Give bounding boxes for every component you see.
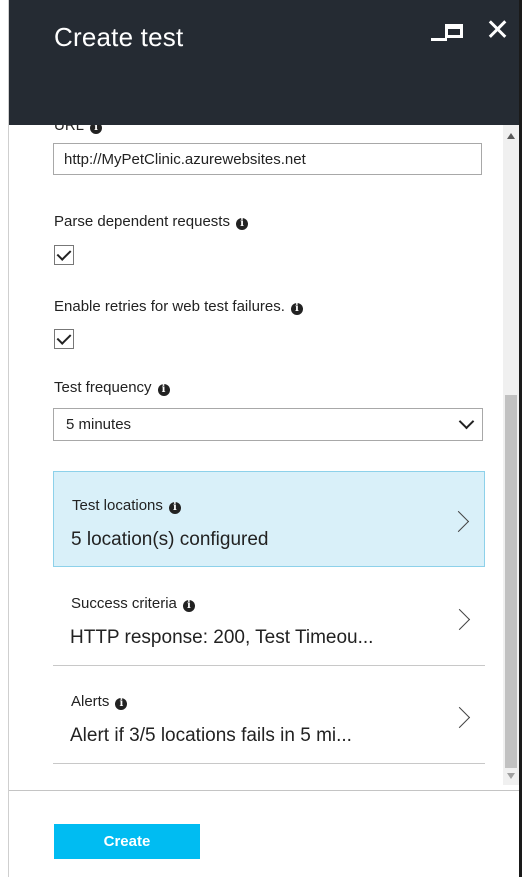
info-icon: i bbox=[235, 218, 248, 230]
checkmark-icon bbox=[56, 246, 72, 261]
alerts-label-text: Alerts bbox=[71, 693, 110, 710]
test-locations-label-text: Test locations bbox=[72, 497, 163, 514]
url-label: URL i bbox=[54, 125, 103, 134]
vertical-scrollbar[interactable] bbox=[503, 125, 519, 785]
alerts-value: Alert if 3/5 locations fails in 5 mi... bbox=[70, 725, 352, 746]
alerts-label: Alerts i bbox=[71, 693, 128, 710]
scroll-thumb[interactable] bbox=[505, 395, 517, 768]
row-divider bbox=[53, 665, 485, 666]
info-icon: i bbox=[168, 502, 181, 514]
test-frequency-label: Test frequency i bbox=[54, 379, 170, 396]
info-icon: i bbox=[182, 600, 195, 612]
scroll-down-icon[interactable] bbox=[507, 773, 515, 779]
scroll-up-icon[interactable] bbox=[507, 133, 515, 139]
window-frame-left bbox=[0, 0, 9, 877]
success-criteria-label-text: Success criteria bbox=[71, 595, 177, 612]
url-label-text: URL bbox=[54, 125, 85, 134]
success-criteria-row[interactable]: Success criteria i HTTP response: 200, Te… bbox=[53, 570, 485, 666]
close-button[interactable]: ✕ bbox=[483, 14, 522, 54]
maximize-icon bbox=[445, 24, 463, 38]
blade-title: Create test bbox=[54, 22, 184, 52]
info-icon: i bbox=[90, 125, 103, 134]
alerts-row[interactable]: Alerts i Alert if 3/5 locations fails in … bbox=[53, 668, 485, 764]
chevron-right-icon bbox=[447, 510, 470, 533]
success-criteria-value: HTTP response: 200, Test Timeou... bbox=[70, 627, 374, 648]
close-icon: ✕ bbox=[485, 14, 511, 47]
test-locations-row[interactable]: Test locations i 5 location(s) configured bbox=[53, 471, 485, 567]
parse-dependent-checkbox[interactable] bbox=[54, 245, 74, 265]
info-icon: i bbox=[115, 698, 128, 710]
blade-content: URL i Parse dependent requests i Enable re… bbox=[9, 125, 503, 790]
blade-header: Create test ✕ bbox=[9, 0, 522, 125]
success-criteria-label: Success criteria i bbox=[71, 595, 195, 612]
chevron-right-icon bbox=[448, 608, 471, 631]
info-icon: i bbox=[290, 303, 303, 315]
parse-dependent-text: Parse dependent requests bbox=[54, 213, 230, 230]
test-frequency-select[interactable]: 5 minutes bbox=[53, 408, 483, 441]
row-divider bbox=[53, 763, 485, 764]
test-locations-value: 5 location(s) configured bbox=[71, 529, 269, 550]
url-input[interactable] bbox=[53, 143, 482, 175]
chevron-right-icon bbox=[448, 706, 471, 729]
checkmark-icon bbox=[56, 330, 72, 345]
info-icon: i bbox=[157, 384, 170, 396]
maximize-button[interactable] bbox=[433, 14, 473, 54]
create-button[interactable]: Create bbox=[54, 824, 200, 859]
enable-retries-text: Enable retries for web test failures. bbox=[54, 298, 285, 315]
chevron-down-icon bbox=[458, 413, 475, 430]
parse-dependent-label: Parse dependent requests i bbox=[54, 213, 248, 230]
blade-footer: Create bbox=[9, 790, 522, 878]
enable-retries-label: Enable retries for web test failures. i bbox=[54, 298, 303, 315]
test-locations-label: Test locations i bbox=[72, 497, 181, 514]
enable-retries-checkbox[interactable] bbox=[54, 329, 74, 349]
test-frequency-text: Test frequency bbox=[54, 379, 152, 396]
test-frequency-value: 5 minutes bbox=[66, 416, 132, 433]
